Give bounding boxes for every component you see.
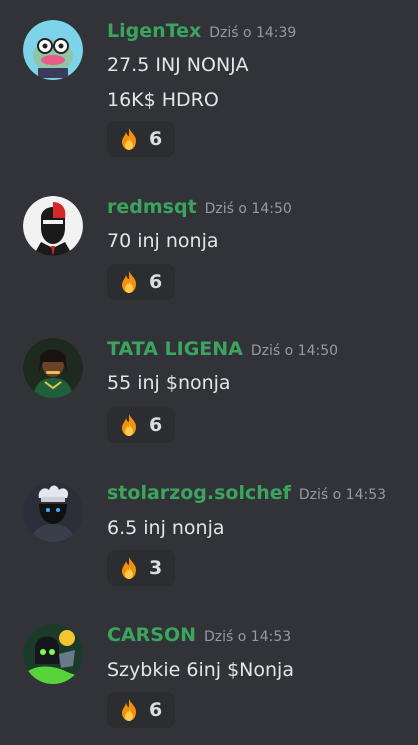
username[interactable]: redmsqt — [107, 196, 197, 218]
fire-icon — [122, 271, 136, 293]
message-text: 55 inj $nonja — [107, 372, 231, 394]
fire-icon — [122, 414, 136, 436]
username[interactable]: stolarzog.solchef — [107, 482, 291, 504]
reaction-count: 6 — [149, 128, 163, 150]
fire-icon — [122, 699, 136, 721]
message-header: LigenTex Dziś o 14:39 — [107, 20, 296, 42]
avatar[interactable] — [23, 196, 83, 256]
message-text: Szybkie 6inj $Nonja — [107, 659, 294, 681]
reaction-count: 6 — [149, 271, 163, 293]
reaction-button[interactable]: 6 — [107, 121, 175, 157]
reaction-button[interactable]: 6 — [107, 407, 175, 443]
avatar-stolarzog-icon — [23, 482, 83, 542]
avatar[interactable] — [23, 338, 83, 398]
reaction-count: 3 — [149, 557, 163, 579]
message-text: 70 inj nonja — [107, 230, 219, 252]
message-text: 27.5 INJ NONJA — [107, 54, 249, 76]
avatar-tata-ligena-icon — [23, 338, 83, 398]
username[interactable]: CARSON — [107, 624, 196, 646]
message-header: redmsqt Dziś o 14:50 — [107, 196, 292, 218]
message-text: 16K$ HDRO — [107, 89, 219, 111]
avatar[interactable] — [23, 624, 83, 684]
timestamp: Dziś o 14:53 — [298, 487, 387, 503]
message-text: 6.5 inj nonja — [107, 517, 225, 539]
avatar-ligentex-icon — [23, 20, 83, 80]
timestamp: Dziś o 14:39 — [209, 25, 297, 41]
reaction-button[interactable]: 3 — [107, 550, 175, 586]
reaction-button[interactable]: 6 — [107, 264, 175, 300]
message-header: stolarzog.solchef Dziś o 14:53 — [107, 482, 386, 504]
avatar[interactable] — [23, 482, 83, 542]
timestamp: Dziś o 14:50 — [250, 343, 339, 359]
fire-icon — [122, 128, 136, 150]
avatar[interactable] — [23, 20, 83, 80]
reaction-count: 6 — [149, 699, 163, 721]
username[interactable]: LigenTex — [107, 20, 201, 42]
message-header: CARSON Dziś o 14:53 — [107, 624, 291, 646]
username[interactable]: TATA LIGENA — [107, 338, 243, 360]
fire-icon — [122, 557, 136, 579]
reaction-count: 6 — [149, 414, 163, 436]
reaction-button[interactable]: 6 — [107, 692, 175, 728]
timestamp: Dziś o 14:53 — [204, 629, 292, 645]
avatar-redmsqt-icon — [23, 196, 83, 256]
message-header: TATA LIGENA Dziś o 14:50 — [107, 338, 338, 360]
timestamp: Dziś o 14:50 — [204, 201, 292, 217]
avatar-carson-icon — [23, 624, 83, 684]
